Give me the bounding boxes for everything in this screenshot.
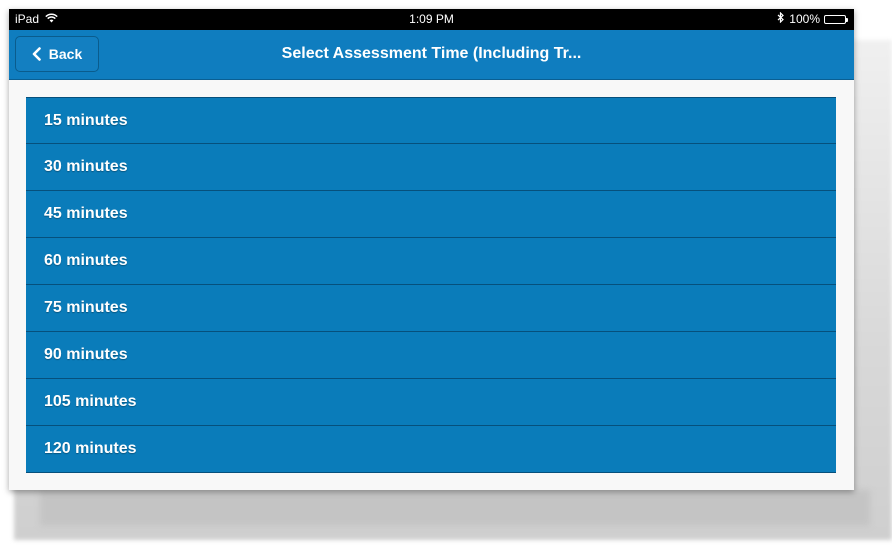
list-item-15-minutes[interactable]: 15 minutes [26, 97, 836, 144]
list-item-90-minutes[interactable]: 90 minutes [26, 332, 836, 379]
list-item-120-minutes[interactable]: 120 minutes [26, 426, 836, 473]
battery-percent: 100% [789, 12, 820, 26]
list-item-45-minutes[interactable]: 45 minutes [26, 191, 836, 238]
battery-icon [824, 14, 848, 24]
navigation-bar: Back Select Assessment Time (Including T… [9, 30, 854, 80]
page-title: Select Assessment Time (Including Tr... [281, 45, 582, 62]
status-bar: iPad 1:09 PM 100% [9, 9, 854, 30]
list-item-60-minutes[interactable]: 60 minutes [26, 238, 836, 285]
time-options-list: 15 minutes 30 minutes 45 minutes 60 minu… [26, 97, 836, 473]
status-time: 1:09 PM [409, 12, 454, 26]
ipad-screen: iPad 1:09 PM 100% Back Select Assessment… [9, 9, 854, 490]
list-item-105-minutes[interactable]: 105 minutes [26, 379, 836, 426]
backdrop-strip [40, 490, 870, 526]
list-item-75-minutes[interactable]: 75 minutes [26, 285, 836, 332]
list-item-30-minutes[interactable]: 30 minutes [26, 144, 836, 191]
bluetooth-icon [777, 11, 785, 26]
status-right: 100% [777, 11, 848, 26]
